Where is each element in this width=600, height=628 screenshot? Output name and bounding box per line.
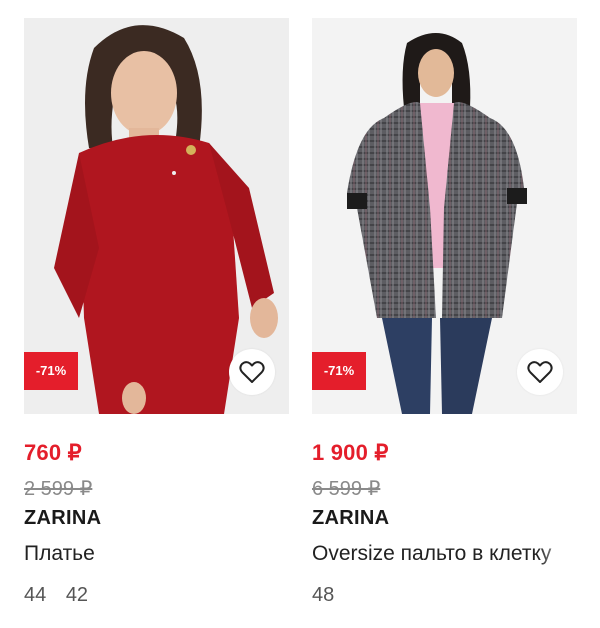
product-card-dress[interactable]: -71% 760 ₽ 2 599 ₽ ZARINA Платье 44 42 (24, 18, 289, 607)
favorite-button[interactable] (229, 349, 275, 395)
size-option[interactable]: 44 (24, 584, 46, 606)
heart-outline-icon (527, 361, 553, 383)
discount-badge: -71% (312, 352, 366, 390)
brand-name: ZARINA (312, 507, 390, 529)
old-price: 6 599 ₽ (312, 478, 381, 500)
product-grid: -71% 760 ₽ 2 599 ₽ ZARINA Платье 44 42 -… (0, 0, 600, 628)
size-option[interactable]: 42 (66, 584, 88, 606)
size-list: 48 (312, 584, 577, 607)
heart-outline-icon (239, 361, 265, 383)
favorite-button[interactable] (517, 349, 563, 395)
old-price: 2 599 ₽ (24, 478, 93, 500)
current-price: 1 900 ₽ (312, 440, 389, 465)
product-card-coat[interactable]: -71% 1 900 ₽ 6 599 ₽ ZARINA Oversize пал… (312, 18, 577, 607)
product-image[interactable]: -71% (312, 18, 577, 414)
product-name[interactable]: Платье (24, 542, 289, 566)
size-option[interactable]: 48 (312, 584, 334, 606)
size-list: 44 42 (24, 584, 289, 607)
current-price: 760 ₽ (24, 440, 82, 465)
discount-badge: -71% (24, 352, 78, 390)
product-image[interactable]: -71% (24, 18, 289, 414)
brand-name: ZARINA (24, 507, 102, 529)
product-name[interactable]: Oversize пальто в клетку (312, 542, 577, 566)
